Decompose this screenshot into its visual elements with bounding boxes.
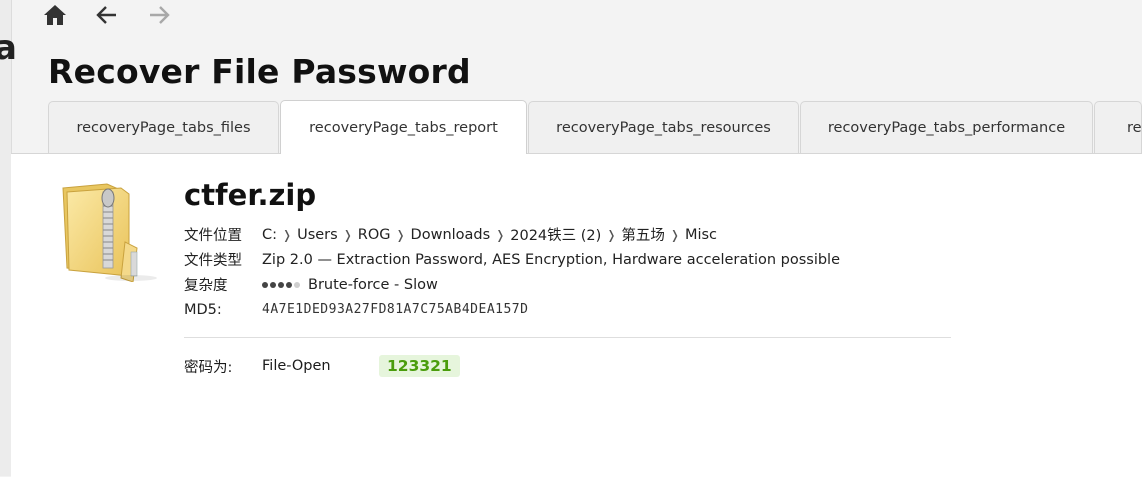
back-button[interactable]: [92, 0, 122, 30]
path-separator-icon: ❭: [395, 227, 406, 242]
partial-title-letter: a: [0, 28, 17, 68]
type-row: 文件类型 Zip 2.0 — Extraction Password, AES …: [184, 247, 840, 272]
report-panel: ctfer.zip 文件位置 C: ❭ Users ❭ ROG ❭ Downloads…: [11, 153, 1142, 477]
type-label: 文件类型: [184, 253, 242, 269]
complexity-dot-filled: [278, 281, 284, 288]
complexity-dot-empty: [294, 281, 300, 288]
page-title: Recover File Password: [48, 52, 471, 91]
path-segment[interactable]: Downloads: [411, 227, 491, 243]
tab-partial[interactable]: rec: [1094, 101, 1142, 154]
path-segment[interactable]: ROG: [358, 227, 391, 243]
tab-bar: recoveryPage_tabs_files recoveryPage_tab…: [48, 100, 1142, 154]
complexity-row: 复杂度 Brute-force - Slow: [184, 272, 840, 297]
back-arrow-icon: [96, 6, 116, 24]
path-segment[interactable]: 第五场: [621, 224, 665, 245]
location-label: 文件位置: [184, 228, 242, 244]
password-result: 密码为: File-Open 123321: [184, 355, 460, 377]
tab-files[interactable]: recoveryPage_tabs_files: [48, 101, 279, 154]
forward-arrow-icon: [150, 6, 170, 24]
password-method: File-Open: [262, 358, 331, 374]
path-segment[interactable]: C:: [262, 227, 277, 243]
file-path: C: ❭ Users ❭ ROG ❭ Downloads ❭ 2024铁三 (2) ❭ 第…: [262, 224, 717, 245]
location-row: 文件位置 C: ❭ Users ❭ ROG ❭ Downloads ❭ 2024铁三 (…: [184, 222, 840, 247]
divider: [184, 337, 951, 338]
zip-folder-icon: [62, 183, 157, 282]
complexity-dot-filled: [262, 281, 268, 288]
password-label: 密码为:: [184, 359, 233, 376]
path-separator-icon: ❭: [282, 227, 293, 242]
path-separator-icon: ❭: [669, 227, 680, 242]
file-name: ctfer.zip: [184, 178, 317, 212]
complexity-value: Brute-force - Slow: [308, 276, 438, 293]
md5-label: MD5:: [184, 301, 222, 318]
home-button[interactable]: [40, 0, 70, 30]
navigation-bar: [40, 0, 174, 30]
tab-report[interactable]: recoveryPage_tabs_report: [280, 100, 527, 154]
complexity-dot-filled: [286, 281, 292, 288]
password-value[interactable]: 123321: [379, 355, 460, 377]
md5-value: 4A7E1DED93A27FD81A7C75AB4DEA157D: [262, 302, 529, 317]
home-icon: [44, 5, 66, 25]
complexity-dot-filled: [270, 281, 276, 288]
path-segment[interactable]: Misc: [685, 227, 717, 243]
path-separator-icon: ❭: [495, 227, 506, 242]
complexity-label: 复杂度: [184, 278, 228, 294]
type-value: Zip 2.0 — Extraction Password, AES Encry…: [262, 251, 841, 268]
file-info: 文件位置 C: ❭ Users ❭ ROG ❭ Downloads ❭ 2024铁三 (…: [184, 222, 840, 322]
tab-performance[interactable]: recoveryPage_tabs_performance: [800, 101, 1093, 154]
path-separator-icon: ❭: [606, 227, 617, 242]
forward-button[interactable]: [144, 0, 174, 30]
complexity-rating: [262, 281, 300, 288]
md5-row: MD5: 4A7E1DED93A27FD81A7C75AB4DEA157D: [184, 297, 840, 322]
path-segment[interactable]: Users: [297, 227, 338, 243]
path-segment[interactable]: 2024铁三 (2): [510, 224, 601, 245]
tab-resources[interactable]: recoveryPage_tabs_resources: [528, 101, 799, 154]
path-separator-icon: ❭: [342, 227, 353, 242]
